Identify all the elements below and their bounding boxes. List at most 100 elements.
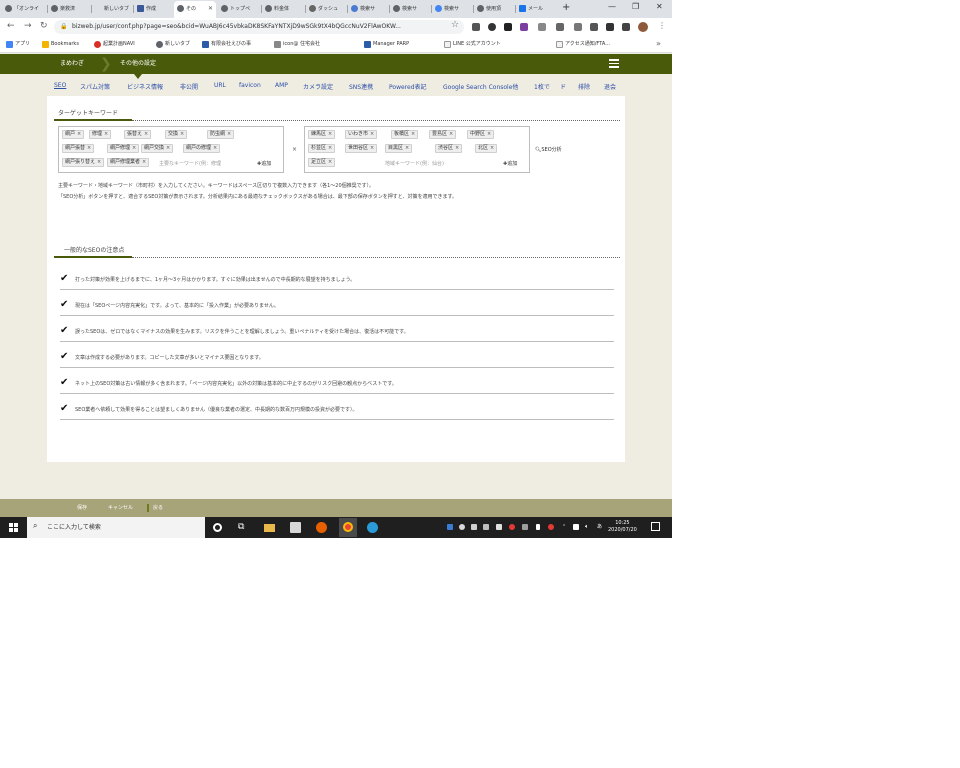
clock[interactable]: 10:25 2020/07/20	[608, 520, 637, 534]
extension-icon[interactable]	[488, 23, 496, 31]
bookmark-apps[interactable]: アプリ	[6, 40, 30, 49]
bookmark-item[interactable]: 新しいタブ	[156, 40, 190, 49]
browser-tab[interactable]: 検索サ	[432, 1, 472, 18]
remove-chip-icon[interactable]: ×	[95, 159, 103, 165]
subnav-camera[interactable]: カメラ設定	[303, 82, 333, 91]
subnav-business[interactable]: ビジネス情報	[127, 82, 163, 91]
remove-chip-icon[interactable]: ×	[142, 131, 150, 137]
remove-chip-icon[interactable]: ×	[368, 145, 376, 151]
forward-icon[interactable]: →	[24, 21, 32, 31]
address-bar[interactable]: 🔒 bizweb.jp/user/conf.php?page=seo&bcid=…	[54, 20, 464, 34]
network-icon[interactable]	[573, 524, 579, 530]
subnav-amp[interactable]: AMP	[275, 82, 288, 89]
extension-icon[interactable]	[520, 23, 528, 31]
usb-icon[interactable]	[536, 524, 540, 530]
subnav-seo[interactable]: SEO	[54, 82, 66, 89]
task-view-icon[interactable]: ⧉	[238, 522, 249, 533]
extension-icon[interactable]	[504, 23, 512, 31]
subnav-item[interactable]: 1枚で	[534, 82, 550, 91]
extension-icon[interactable]	[538, 23, 546, 31]
back-button[interactable]: 戻る	[153, 499, 163, 517]
remove-chip-icon[interactable]: ×	[368, 131, 376, 137]
remove-chip-icon[interactable]: ×	[403, 145, 411, 151]
region-keyword-input[interactable]: 地域キーワード(例：仙台)	[385, 160, 444, 167]
tray-app-icon[interactable]	[509, 524, 515, 530]
remove-chip-icon[interactable]: ×	[211, 145, 219, 151]
subnav-private[interactable]: 非公開	[180, 82, 198, 91]
bookmark-star-icon[interactable]: ☆	[451, 20, 459, 30]
browser-tab[interactable]: ダッシュ	[306, 1, 346, 18]
browser-tab[interactable]: 楽救済	[48, 1, 90, 18]
ime-indicator-icon[interactable]: あ	[597, 524, 603, 530]
volume-icon[interactable]: 🔈︎	[585, 524, 591, 530]
add-main-keyword-button[interactable]: ✚追加	[257, 160, 271, 167]
subnav-search-console[interactable]: Google Search Console他	[443, 82, 518, 91]
remove-chip-icon[interactable]: ×	[130, 145, 138, 151]
extension-icon[interactable]	[556, 23, 564, 31]
remove-chip-icon[interactable]: ×	[102, 131, 110, 137]
subnav-powered[interactable]: Powered表記	[389, 82, 427, 91]
bookmark-item[interactable]: LINE 公式アカウント	[444, 40, 501, 49]
tray-app-icon[interactable]	[522, 524, 528, 530]
bookmark-item[interactable]: Manager PARP	[364, 40, 409, 49]
browser-tab[interactable]: 使用頂	[474, 1, 514, 18]
tray-app-icon[interactable]	[459, 524, 465, 530]
bookmark-item[interactable]: アクセス通知/FTA...	[556, 40, 610, 49]
browser-tab-active[interactable]: その ✕	[174, 1, 216, 18]
cancel-button[interactable]: キャンセル	[108, 499, 133, 517]
more-menu-icon[interactable]: ⋮	[658, 21, 666, 30]
main-keyword-box[interactable]: 網戸 × 修理 × 張替え × 交換 × 防虫網 × 網戸張替 × 網戸修理 × 網戸交換 × …	[58, 126, 284, 173]
remove-chip-icon[interactable]: ×	[326, 131, 334, 137]
back-icon[interactable]: ←	[7, 21, 15, 31]
save-button[interactable]: 保存	[77, 499, 87, 517]
remove-chip-icon[interactable]: ×	[178, 131, 186, 137]
chrome-taskbar-button[interactable]	[339, 518, 357, 537]
chevron-up-icon[interactable]: ⌃	[562, 524, 568, 530]
browser-tab[interactable]: 作成	[134, 1, 172, 18]
subnav-url[interactable]: URL	[214, 82, 226, 89]
puzzle-icon[interactable]	[606, 23, 614, 31]
cortana-icon[interactable]	[213, 523, 222, 532]
remove-chip-icon[interactable]: ×	[85, 145, 93, 151]
remove-chip-icon[interactable]: ×	[485, 131, 493, 137]
browser-tab[interactable]: 「オンライ	[2, 1, 46, 18]
firefox-icon[interactable]	[316, 522, 327, 533]
remove-chip-icon[interactable]: ×	[453, 145, 461, 151]
subnav-spam[interactable]: スパム対策	[80, 82, 110, 91]
extension-icon[interactable]	[472, 23, 480, 31]
subnav-withdraw[interactable]: 退会	[604, 82, 616, 91]
taskbar-search-box[interactable]: ⌕ ここに入力して検索	[27, 517, 205, 538]
avatar[interactable]	[638, 22, 648, 32]
add-region-keyword-button[interactable]: ✚追加	[503, 160, 517, 167]
bookmarks-overflow-icon[interactable]: »	[656, 39, 661, 48]
browser-tab[interactable]: 検索サ	[390, 1, 430, 18]
subnav-item[interactable]: ド	[560, 82, 566, 91]
extension-icon[interactable]	[574, 23, 582, 31]
edge-icon[interactable]	[367, 522, 378, 533]
tray-app-icon[interactable]	[483, 524, 489, 530]
remove-chip-icon[interactable]: ×	[164, 145, 172, 151]
windows-start-icon[interactable]	[9, 523, 18, 532]
remove-chip-icon[interactable]: ×	[326, 145, 334, 151]
reload-icon[interactable]: ↻	[40, 21, 48, 31]
store-icon[interactable]	[290, 522, 301, 533]
file-explorer-icon[interactable]	[264, 524, 275, 532]
remove-chip-icon[interactable]: ×	[447, 131, 455, 137]
hamburger-menu-icon[interactable]	[609, 59, 619, 68]
bookmark-item[interactable]: 有限会社えびの事	[202, 40, 251, 49]
new-tab-icon[interactable]: +	[562, 2, 570, 13]
bookmark-item[interactable]: Bookmarks	[42, 40, 79, 49]
browser-tab[interactable]: 料金体	[262, 1, 304, 18]
browser-tab[interactable]: メール	[516, 1, 556, 18]
subnav-favicon[interactable]: favicon	[239, 82, 261, 89]
subnav-sns[interactable]: SNS連携	[349, 82, 373, 91]
maximize-icon[interactable]: ❐	[632, 2, 639, 11]
breadcrumb-home[interactable]: まめわぎ	[60, 54, 84, 74]
remove-chip-icon[interactable]: ×	[75, 131, 83, 137]
close-tab-icon[interactable]: ✕	[208, 1, 213, 17]
cloud-icon[interactable]	[496, 524, 502, 530]
close-window-icon[interactable]: ✕	[656, 2, 663, 11]
extension-icon[interactable]	[590, 23, 598, 31]
bookmark-item[interactable]: 起業計画NAVI	[94, 40, 135, 49]
remove-chip-icon[interactable]: ×	[409, 131, 417, 137]
